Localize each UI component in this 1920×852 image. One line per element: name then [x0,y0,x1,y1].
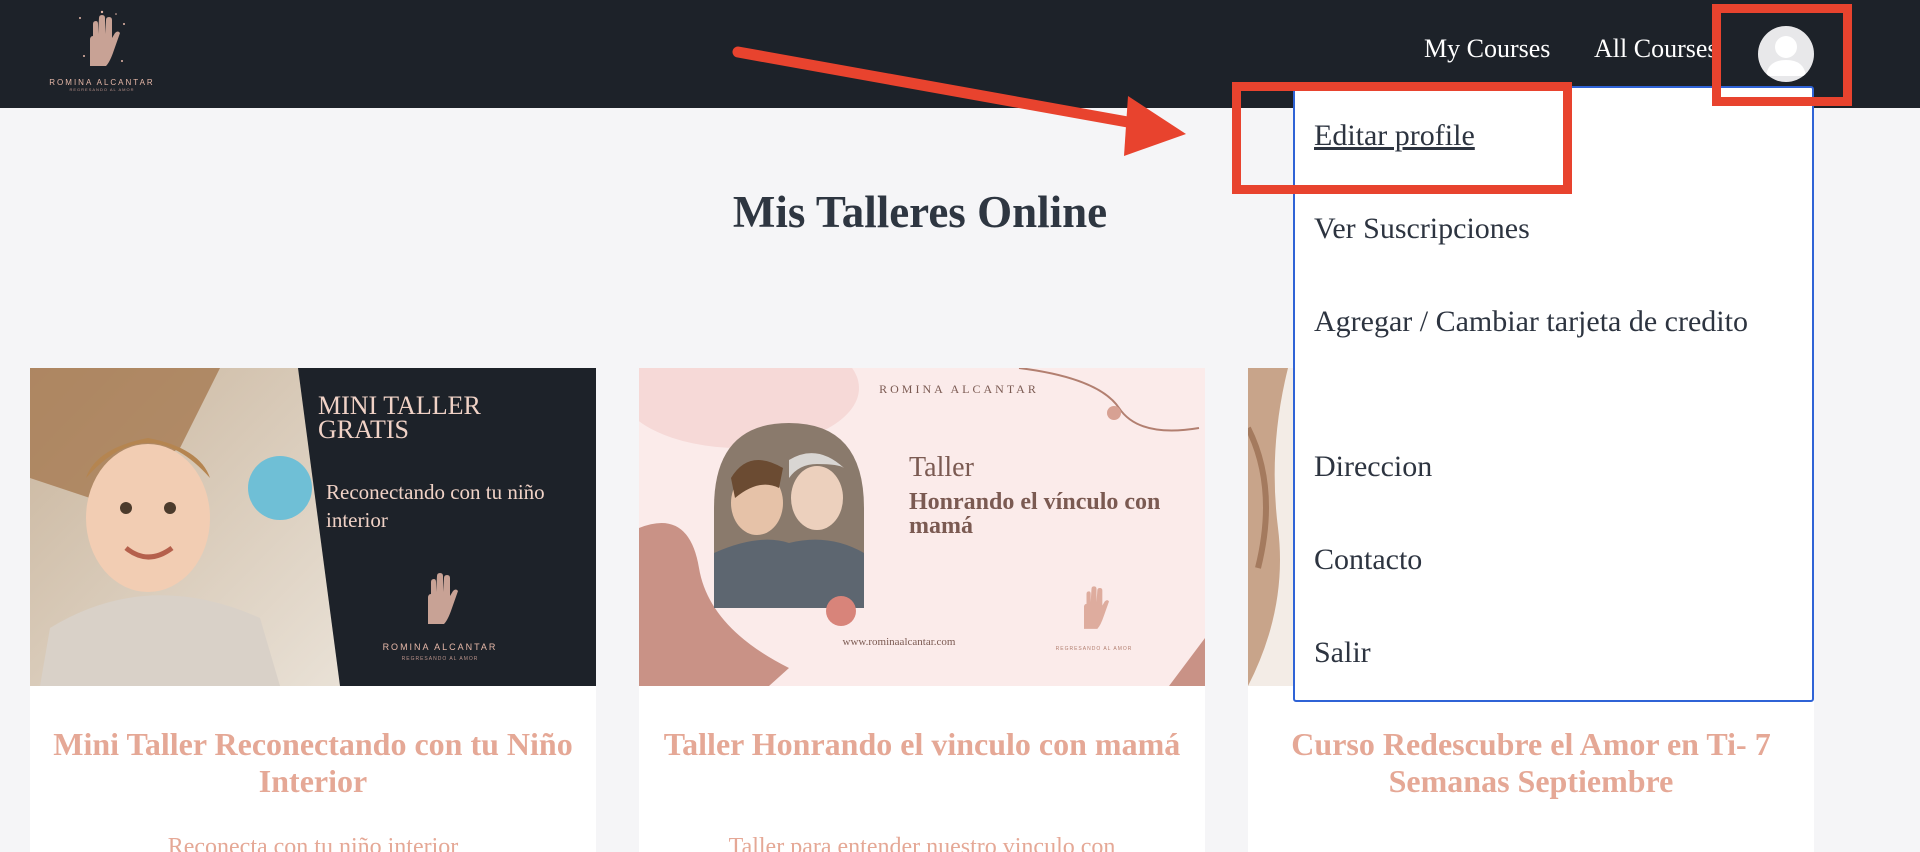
annotation-box-avatar [1712,4,1852,106]
menu-item-contact[interactable]: Contacto [1314,534,1422,586]
hand-logo-icon [1084,586,1109,629]
thumb-brand: ROMINA ALCANTAR [382,642,498,652]
course-thumbnail[interactable]: ROMINA ALCANTAR Taller Honrando el víncu… [639,368,1205,686]
thumb-kicker: Taller [909,452,974,483]
course-card[interactable]: ROMINA ALCANTAR Taller Honrando el víncu… [639,368,1205,852]
thumb-tagline: REGRESANDO AL AMOR [1055,646,1133,652]
course-card[interactable]: MINI TALLER GRATIS Reconectando con tu n… [30,368,596,852]
site-logo[interactable]: ROMINA ALCANTAR REGRESANDO AL AMOR [44,6,160,102]
menu-item-card[interactable]: Agregar / Cambiar tarjeta de credito [1314,296,1794,348]
menu-item-subscriptions[interactable]: Ver Suscripciones [1314,203,1530,255]
thumb-heading: MINI TALLER GRATIS [318,391,481,444]
course-description: Taller para entender nuestro vinculo con [728,834,1116,852]
course-description: Reconecta con tu niño interior [167,834,459,852]
hand-logo-icon [79,10,125,66]
menu-item-logout[interactable]: Salir [1314,627,1371,679]
course-title[interactable]: Curso Redescubre el Amor en Ti- 7 Semana… [1268,726,1794,800]
thumb-heading: Honrando el vínculo con mamá [909,489,1161,539]
hand-logo-icon [428,573,458,624]
course-title[interactable]: Taller Honrando el vinculo con mamá [659,726,1185,763]
thumb-subtitle: Reconectando con tu niño interior [326,480,545,532]
nav-my-courses[interactable]: My Courses [1424,34,1550,64]
nav-all-courses[interactable]: All Courses [1594,34,1718,64]
course-thumbnail[interactable]: MINI TALLER GRATIS Reconectando con tu n… [30,368,596,686]
thumb-url: www.rominaalcantar.com [842,636,956,648]
logo-tagline: REGRESANDO AL AMOR [69,87,135,92]
annotation-box-edit-profile [1232,82,1572,194]
logo-name: ROMINA ALCANTAR [49,78,155,87]
menu-item-address[interactable]: Direccion [1314,441,1432,493]
thumb-tagline: REGRESANDO AL AMOR [401,656,479,662]
thumb-brand: ROMINA ALCANTAR [879,382,1039,396]
course-title[interactable]: Mini Taller Reconectando con tu Niño Int… [50,726,576,800]
